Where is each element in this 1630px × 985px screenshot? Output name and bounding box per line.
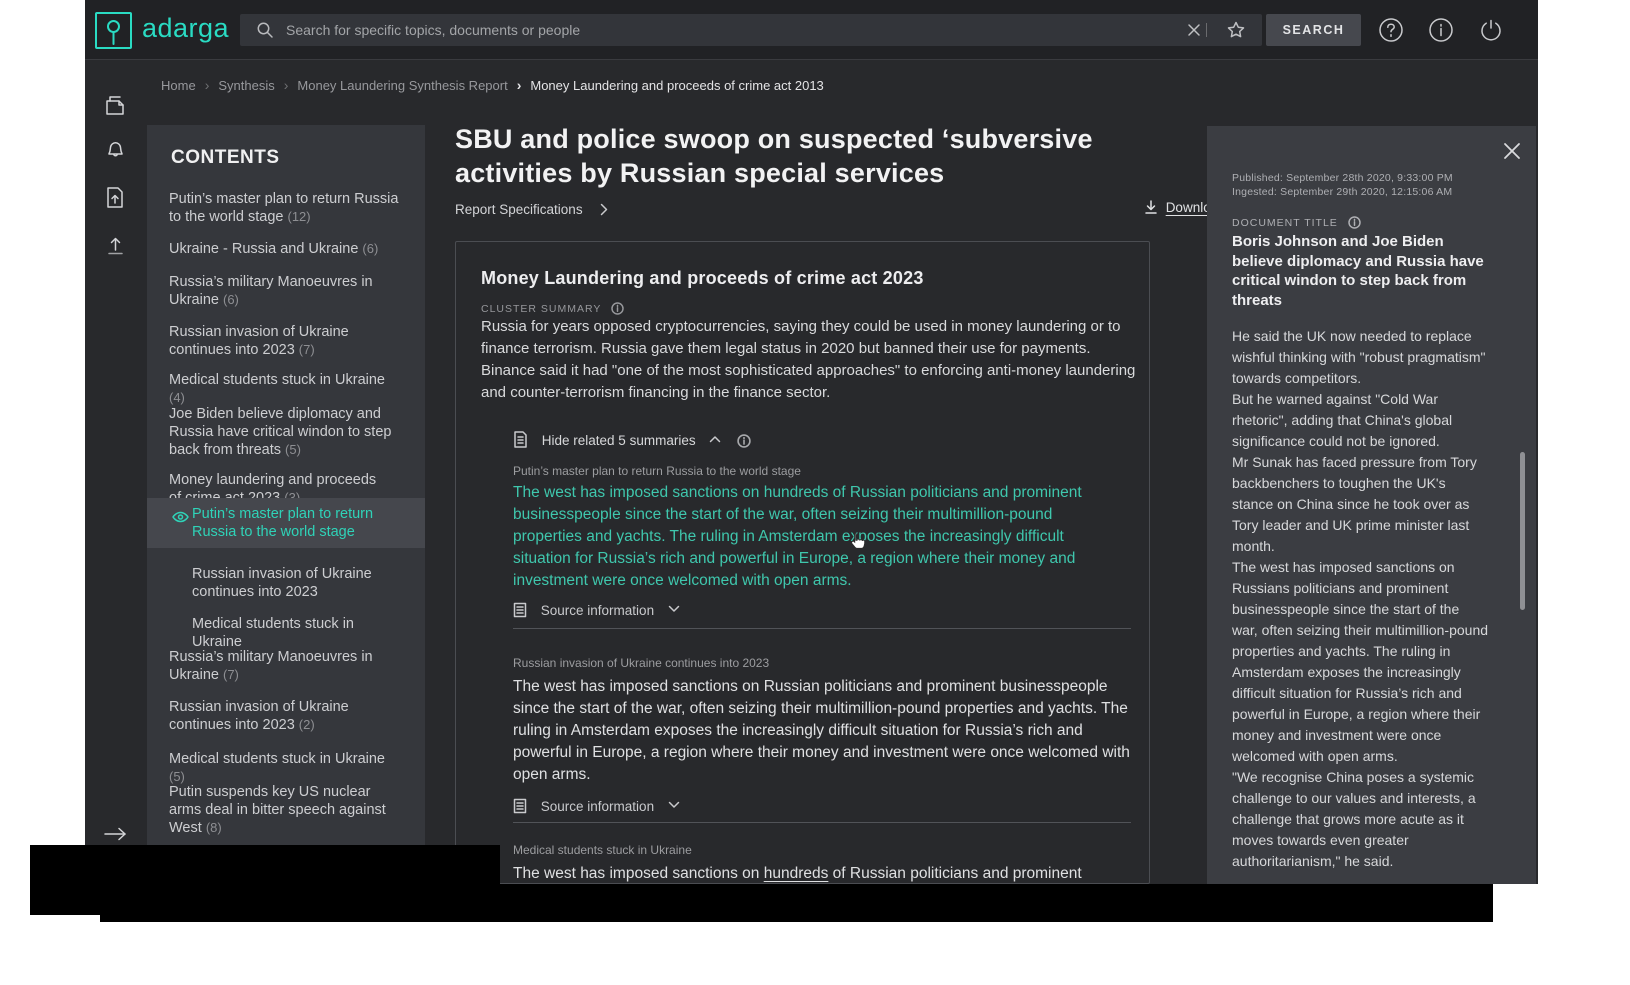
summary-doc-icon	[513, 431, 528, 448]
page-title: SBU and police swoop on suspected ‘subve…	[455, 122, 1100, 190]
documents-icon[interactable]	[103, 93, 128, 118]
cluster-summary-label: CLUSTER SUMMARY	[481, 302, 624, 315]
toc-item[interactable]: Medical students stuck in Ukraine (5)	[169, 750, 401, 786]
top-bar: adarga Search for specific topics, docum…	[85, 0, 1538, 60]
screen-artifact	[100, 884, 1493, 922]
summary-topic: Medical students stuck in Ukraine	[513, 843, 692, 857]
entity-link[interactable]: hundreds	[764, 865, 829, 882]
cursor-pointer	[846, 530, 868, 554]
notifications-icon[interactable]	[103, 137, 128, 162]
ingested-date: Ingested: September 29th 2020, 12:15:06 …	[1232, 186, 1452, 198]
info-icon[interactable]	[611, 302, 624, 315]
upload-icon[interactable]	[103, 233, 128, 258]
chevron-right-icon	[600, 203, 608, 216]
summary-topic: Russian invasion of Ukraine continues in…	[513, 656, 769, 670]
search-button[interactable]: SEARCH	[1266, 14, 1361, 46]
cluster-heading: Money Laundering and proceeds of crime a…	[481, 268, 924, 289]
chevron-right-icon: ›	[284, 77, 289, 93]
breadcrumb-synthesis[interactable]: Synthesis	[218, 78, 274, 93]
chevron-up-icon	[709, 435, 721, 443]
document-title: Boris Johnson and Joe Biden believe dipl…	[1232, 232, 1494, 310]
help-icon[interactable]	[1378, 17, 1404, 43]
document-paragraph: But he warned against "Cold War rhetoric…	[1232, 389, 1488, 452]
cluster-summary-text: Russia for years opposed cryptocurrencie…	[481, 316, 1136, 404]
toc-item[interactable]: Russian invasion of Ukraine continues in…	[169, 698, 401, 734]
document-preview-panel: Published: September 28th 2020, 9:33:00 …	[1207, 126, 1536, 884]
related-summaries-toggle[interactable]: Hide related 5 summaries	[513, 431, 751, 448]
info-icon[interactable]	[1428, 17, 1454, 43]
expand-sidebar-icon[interactable]	[103, 826, 128, 842]
report-specifications-link[interactable]: Report Specifications	[455, 202, 608, 217]
power-icon[interactable]	[1478, 17, 1504, 43]
clear-icon[interactable]	[1187, 23, 1201, 37]
icon-rail	[85, 61, 147, 884]
toc-item[interactable]: Russian invasion of Ukraine continues in…	[169, 323, 401, 359]
summary-text[interactable]: The west has imposed sanctions on Russia…	[513, 676, 1133, 786]
document-paragraph: Mr Sunak has faced pressure from Tory ba…	[1232, 452, 1488, 557]
toc-item[interactable]: Medical students stuck in Ukraine (4)	[169, 371, 401, 407]
panel-scrollbar[interactable]	[1520, 452, 1525, 610]
source-information-toggle[interactable]: Source information	[513, 798, 680, 814]
brand-name: adarga	[142, 13, 229, 44]
summary-divider	[513, 628, 1131, 629]
contents-panel: CONTENTS Putin’s master plan to return R…	[147, 125, 425, 884]
breadcrumb-home[interactable]: Home	[161, 78, 196, 93]
summary-text[interactable]: The west has imposed sanctions on hundre…	[513, 863, 1133, 884]
breadcrumb-report[interactable]: Money Laundering Synthesis Report	[297, 78, 507, 93]
source-doc-icon	[513, 798, 527, 814]
source-information-toggle[interactable]: Source information	[513, 602, 680, 618]
chevron-right-icon: ›	[205, 77, 210, 93]
document-title-label: DOCUMENT TITLE	[1232, 216, 1361, 229]
search-placeholder: Search for specific topics, documents or…	[286, 22, 580, 38]
chevron-down-icon	[668, 605, 680, 613]
toc-active-subitem[interactable]: Putin’s master plan to return Russia to …	[147, 498, 425, 548]
summary-divider	[513, 822, 1131, 823]
eye-icon	[172, 511, 189, 523]
star-icon[interactable]	[1227, 21, 1245, 39]
toc-subitem[interactable]: Russian invasion of Ukraine continues in…	[192, 565, 402, 601]
info-icon[interactable]	[737, 434, 751, 448]
field-divider	[1206, 23, 1207, 37]
download-icon	[1144, 200, 1158, 215]
summary-topic: Putin’s master plan to return Russia to …	[513, 464, 801, 478]
toc-item[interactable]: Russia’s military Manoeuvres in Ukraine …	[169, 273, 401, 309]
breadcrumb-current: Money Laundering and proceeds of crime a…	[530, 78, 823, 93]
toc-subitem[interactable]: Medical students stuck in Ukraine	[192, 615, 402, 651]
search-input[interactable]: Search for specific topics, documents or…	[240, 14, 1262, 46]
document-paragraph: "We recognise China poses a systemic cha…	[1232, 767, 1488, 872]
source-doc-icon	[513, 602, 527, 618]
toc-item[interactable]: Ukraine - Russia and Ukraine (6)	[169, 240, 401, 258]
document-paragraph: The west has imposed sanctions on Russia…	[1232, 557, 1488, 767]
cluster-card: Money Laundering and proceeds of crime a…	[455, 241, 1150, 884]
contents-title: CONTENTS	[171, 147, 280, 169]
chevron-down-icon	[668, 801, 680, 809]
document-upload-icon[interactable]	[103, 185, 128, 210]
published-date: Published: September 28th 2020, 9:33:00 …	[1232, 172, 1453, 184]
close-icon[interactable]	[1503, 142, 1521, 160]
toc-item[interactable]: Putin’s master plan to return Russia to …	[169, 190, 401, 226]
toc-item[interactable]: Joe Biden believe diplomacy and Russia h…	[169, 405, 401, 459]
summary-text-highlighted[interactable]: The west has imposed sanctions on hundre…	[513, 482, 1118, 592]
search-icon	[256, 21, 274, 39]
app-window: adarga Search for specific topics, docum…	[85, 0, 1538, 884]
adarga-logo-icon[interactable]	[95, 12, 132, 49]
document-body: He said the UK now needed to replace wis…	[1232, 326, 1488, 872]
toc-item[interactable]: Putin suspends key US nuclear arms deal …	[169, 783, 401, 837]
toc-item[interactable]: Russia’s military Manoeuvres in Ukraine …	[169, 648, 401, 684]
document-paragraph: He said the UK now needed to replace wis…	[1232, 326, 1488, 389]
info-icon[interactable]	[1348, 216, 1361, 229]
breadcrumb: Home › Synthesis › Money Laundering Synthesi…	[161, 77, 824, 93]
chevron-right-icon: ›	[517, 77, 522, 93]
